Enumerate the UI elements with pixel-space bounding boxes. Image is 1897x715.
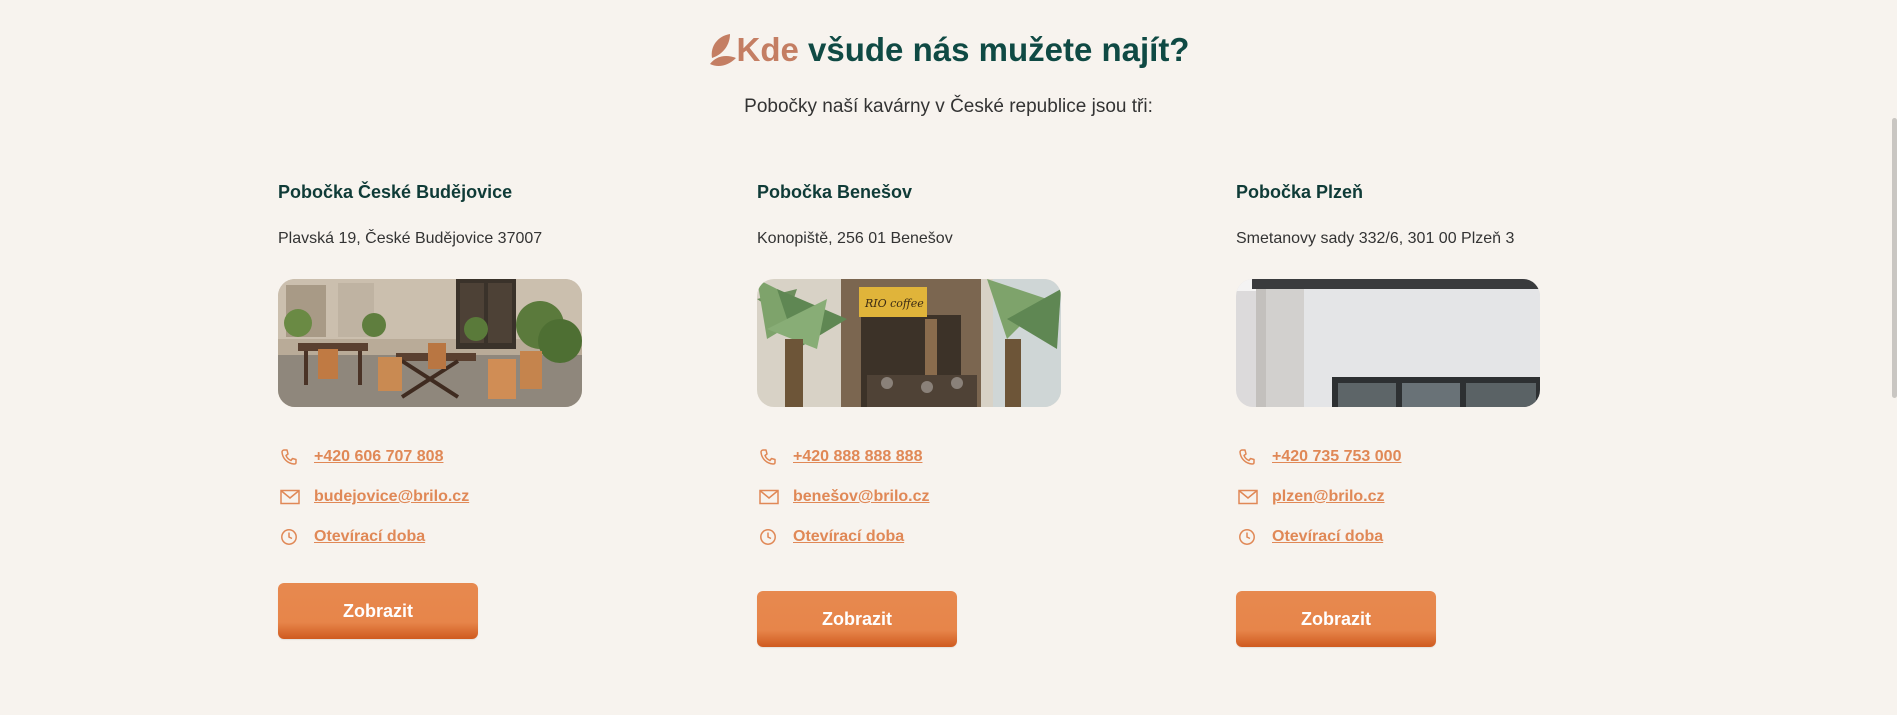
phone-link[interactable]: +420 735 753 000: [1272, 448, 1401, 466]
email-link[interactable]: plzen@brilo.cz: [1272, 488, 1385, 506]
clock-icon: [280, 527, 302, 547]
phone-icon: [1238, 447, 1260, 467]
opening-hours-link[interactable]: Otevírací doba: [793, 528, 904, 546]
email-row: budejovice@brilo.cz: [278, 487, 469, 507]
branch-title: Pobočka Benešov: [757, 182, 913, 202]
phone-link[interactable]: +420 888 888 888: [793, 448, 922, 466]
opening-hours-link[interactable]: Otevírací doba: [314, 528, 425, 546]
branch-address: Smetanovy sady 332/6, 301 00 Plzeň 3: [1236, 230, 1515, 247]
scrollbar-thumb[interactable]: [1892, 118, 1897, 398]
phone-row: +420 606 707 808: [278, 447, 443, 467]
envelope-icon: [280, 487, 302, 507]
email-row: plzen@brilo.cz: [1236, 487, 1385, 507]
opening-hours-link[interactable]: Otevírací doba: [1272, 528, 1383, 546]
hours-row: Otevírací doba: [1236, 527, 1383, 547]
hours-row: Otevírací doba: [757, 527, 904, 547]
section-header: Kde všude nás mužete najít?: [0, 28, 1897, 73]
phone-link[interactable]: +420 606 707 808: [314, 448, 443, 466]
hours-row: Otevírací doba: [278, 527, 425, 547]
show-branch-button[interactable]: Zobrazit: [1236, 591, 1436, 647]
branch-title: Pobočka České Budějovice: [278, 182, 513, 202]
email-link[interactable]: budejovice@brilo.cz: [314, 488, 469, 506]
branch-photo: [278, 279, 582, 407]
email-link[interactable]: benešov@brilo.cz: [793, 488, 930, 506]
phone-row: +420 735 753 000: [1236, 447, 1401, 467]
section-subtitle: Pobočky naší kavárny v České republice j…: [744, 96, 1153, 117]
email-row: benešov@brilo.cz: [757, 487, 930, 507]
envelope-icon: [759, 487, 781, 507]
envelope-icon: [1238, 487, 1260, 507]
leaf-icon: [709, 34, 736, 66]
phone-icon: [759, 447, 781, 467]
clock-icon: [759, 527, 781, 547]
rio-coffee-sign: RIO coffee: [864, 297, 924, 310]
branch-address: Plavská 19, České Budějovice 37007: [278, 230, 543, 247]
branch-photo: RIO coffee: [757, 279, 1061, 407]
phone-icon: [280, 447, 302, 467]
branch-address: Konopiště, 256 01 Benešov: [757, 230, 953, 247]
phone-row: +420 888 888 888: [757, 447, 922, 467]
section-heading: Kde všude nás mužete najít?: [708, 28, 1190, 72]
show-branch-button[interactable]: Zobrazit: [278, 583, 478, 639]
heading-accent-word: Kde: [736, 31, 799, 68]
branch-title: Pobočka Plzeň: [1236, 182, 1364, 202]
branch-photo: [1236, 279, 1540, 407]
show-branch-button[interactable]: Zobrazit: [757, 591, 957, 647]
clock-icon: [1238, 527, 1260, 547]
heading-rest: všude nás mužete najít?: [798, 31, 1190, 68]
